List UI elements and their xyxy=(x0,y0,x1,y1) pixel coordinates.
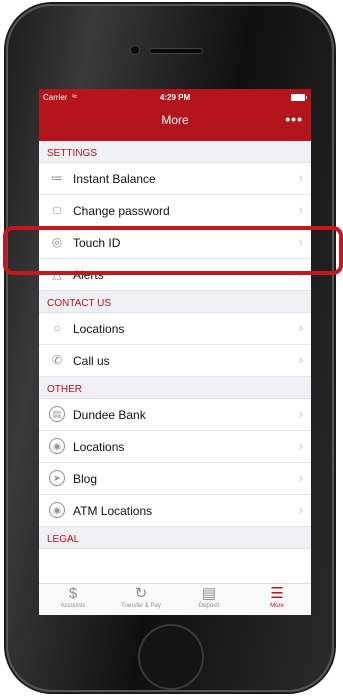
list-item-locations[interactable]: ○ Locations › xyxy=(39,313,311,345)
blog-icon: ➤ xyxy=(49,470,65,486)
phone-screen: Carrier ≈ 4:29 PM More ••• SETTINGS ≔ In… xyxy=(39,89,311,615)
fingerprint-icon: ◎ xyxy=(51,235,63,249)
list-item-label: Blog xyxy=(73,472,98,486)
section-header-other: OTHER xyxy=(39,377,311,399)
bank-icon: ▤ xyxy=(49,406,65,422)
list-item-call-us[interactable]: ✆ Call us › xyxy=(39,345,311,377)
status-bar: Carrier ≈ 4:29 PM xyxy=(39,89,311,107)
settings-list[interactable]: SETTINGS ≔ Instant Balance › □ Change pa… xyxy=(39,141,311,573)
list-item-touch-id[interactable]: ◎ Touch ID › xyxy=(39,227,311,259)
tab-transfer-pay[interactable]: ↻ Transfer & Pay xyxy=(107,584,175,615)
phone-icon: ✆ xyxy=(51,353,63,367)
camera-icon xyxy=(130,45,140,55)
list-item-blog[interactable]: ➤ Blog › xyxy=(39,463,311,495)
tab-label: More xyxy=(270,603,284,609)
list-item-label: Locations xyxy=(73,440,125,454)
tab-label: Deposit xyxy=(198,603,220,609)
list-item-label: Touch ID xyxy=(73,236,121,250)
stage: Carrier ≈ 4:29 PM More ••• SETTINGS ≔ In… xyxy=(0,0,343,696)
dollar-icon: $ xyxy=(68,585,78,602)
speaker-grille xyxy=(149,48,203,54)
list-item-dundee-bank[interactable]: ▤ Dundee Bank › xyxy=(39,399,311,431)
list-item-atm-locations[interactable]: ◉ ATM Locations › xyxy=(39,495,311,527)
status-time: 4:29 PM xyxy=(159,93,191,102)
hamburger-menu-icon: ☰ xyxy=(270,585,284,602)
chevron-right-icon: › xyxy=(298,266,303,281)
tab-more[interactable]: ☰ More xyxy=(243,584,311,615)
more-options-icon[interactable]: ••• xyxy=(285,111,303,127)
tab-deposit[interactable]: ▤ Deposit xyxy=(175,584,243,615)
battery-icon xyxy=(291,94,307,101)
chevron-right-icon: › xyxy=(298,202,303,217)
tab-label: Accounts xyxy=(60,603,86,609)
chevron-right-icon: › xyxy=(298,352,303,367)
chevron-right-icon: › xyxy=(298,502,303,517)
chevron-right-icon: › xyxy=(298,470,303,485)
section-header-contact-us: CONTACT US xyxy=(39,291,311,313)
tab-accounts[interactable]: $ Accounts xyxy=(39,584,107,615)
chevron-right-icon: › xyxy=(298,234,303,249)
location-pin-icon: ◉ xyxy=(49,438,65,454)
list-item-label: ATM Locations xyxy=(73,504,153,518)
chevron-right-icon: › xyxy=(298,320,303,335)
section-header-legal: LEGAL xyxy=(39,527,311,549)
instant-balance-icon: ≔ xyxy=(51,171,63,185)
list-item-other-locations[interactable]: ◉ Locations › xyxy=(39,431,311,463)
bell-icon: △ xyxy=(52,267,62,281)
list-item-alerts[interactable]: △ Alerts › xyxy=(39,259,311,291)
chevron-right-icon: › xyxy=(298,438,303,453)
list-item-label: Alerts xyxy=(73,268,104,282)
chevron-right-icon: › xyxy=(298,170,303,185)
list-item-label: Instant Balance xyxy=(73,172,156,186)
page-title: More xyxy=(161,113,189,127)
section-header-settings: SETTINGS xyxy=(39,141,311,163)
tab-label: Transfer & Pay xyxy=(121,603,161,609)
list-item-label: Dundee Bank xyxy=(73,408,146,422)
phone-frame: Carrier ≈ 4:29 PM More ••• SETTINGS ≔ In… xyxy=(6,4,334,692)
transfer-icon: ↻ xyxy=(134,585,148,602)
list-item-label: Change password xyxy=(73,204,170,218)
lock-icon: □ xyxy=(53,203,61,217)
chevron-right-icon: › xyxy=(298,406,303,421)
location-pin-icon: ○ xyxy=(53,321,61,335)
list-item-label: Call us xyxy=(73,354,110,368)
list-item-change-password[interactable]: □ Change password › xyxy=(39,195,311,227)
atm-location-icon: ◉ xyxy=(49,502,65,518)
list-item-instant-balance[interactable]: ≔ Instant Balance › xyxy=(39,163,311,195)
tab-bar: $ Accounts ↻ Transfer & Pay ▤ Deposit ☰ … xyxy=(39,583,311,615)
navigation-bar: Carrier ≈ 4:29 PM More ••• xyxy=(39,89,311,141)
home-button[interactable] xyxy=(138,624,204,690)
deposit-check-icon: ▤ xyxy=(201,585,217,602)
list-item-label: Locations xyxy=(73,322,125,336)
